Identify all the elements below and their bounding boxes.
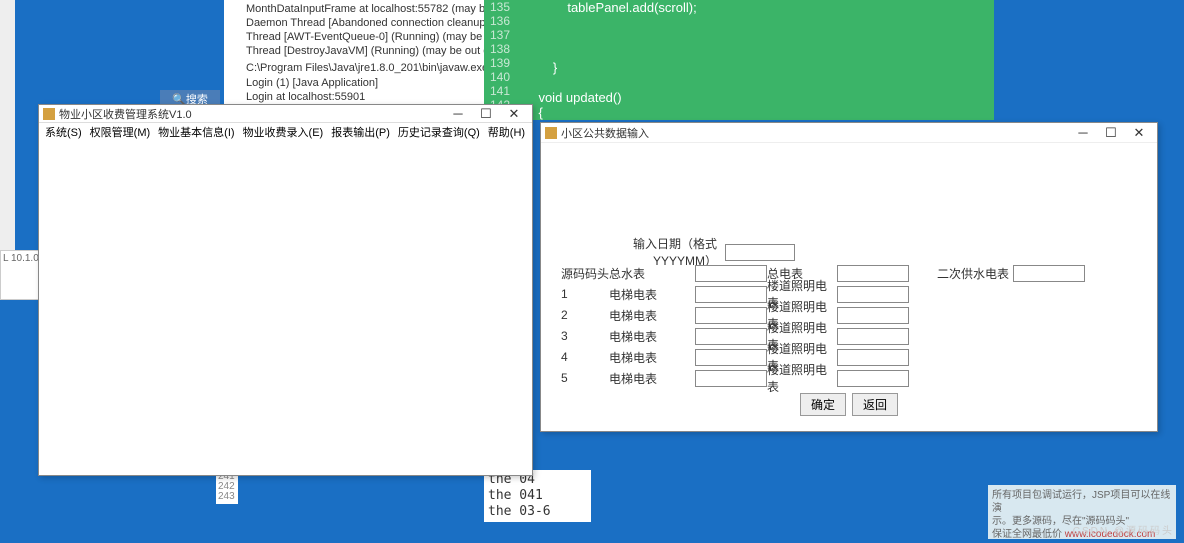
meter-row: 2电梯电表楼道照明电表 (561, 306, 1137, 324)
close-button[interactable]: ✕ (1125, 124, 1153, 142)
data-input-window[interactable]: 小区公共数据输入 ─ ☐ ✕ 输入日期（格式YYYYMM） 源码码头 总水表 总… (540, 122, 1158, 432)
elevator-elec-label: 电梯电表 (609, 328, 695, 345)
elevator-elec-input[interactable] (695, 307, 767, 324)
code-text: tablePanel.add(scroll); } void updated()… (484, 0, 994, 135)
menu-report[interactable]: 报表输出(P) (327, 124, 394, 140)
row-num: 4 (561, 350, 609, 364)
corridor-light-label: 楼道照明电表 (767, 361, 837, 395)
minimize-button[interactable]: ─ (444, 106, 472, 122)
window1-content (39, 141, 532, 475)
meter-row: 5电梯电表楼道照明电表 (561, 369, 1137, 387)
code-editor[interactable]: 135136137 138139140 141142143 tablePanel… (484, 0, 994, 120)
elevator-elec-label: 电梯电表 (609, 370, 695, 387)
elevator-elec-input[interactable] (695, 286, 767, 303)
console-output: the 04 the 041 the 03-6 (484, 470, 591, 522)
tree-item[interactable]: Thread [DestroyJavaVM] (Running) (may be… (226, 44, 482, 58)
tree-item[interactable]: Login (1) [Java Application] (226, 76, 482, 90)
second-water-elec-label: 二次供水电表 (937, 265, 1013, 282)
elevator-elec-label: 电梯电表 (609, 307, 695, 324)
tree-item[interactable]: MonthDataInputFrame at localhost:55782 (… (226, 2, 482, 16)
corridor-light-input[interactable] (837, 307, 909, 324)
total-elec-input[interactable] (837, 265, 909, 282)
window-title: 小区公共数据输入 (561, 125, 1069, 141)
form-area: 输入日期（格式YYYYMM） 源码码头 总水表 总电表 二次供水电表 1电梯电表… (541, 143, 1157, 426)
watermark: CSDN @源码码头 (1073, 522, 1174, 537)
corridor-light-input[interactable] (837, 286, 909, 303)
row-num: 5 (561, 371, 609, 385)
ad-line1: 所有项目包调试运行，JSP项目可以在线演 (992, 489, 1172, 515)
meter-row: 4电梯电表楼道照明电表 (561, 348, 1137, 366)
row-num: 2 (561, 308, 609, 322)
date-row: 输入日期（格式YYYYMM） (561, 243, 1137, 261)
back-button[interactable]: 返回 (852, 393, 898, 416)
menu-fee-input[interactable]: 物业收费录入(E) (239, 124, 328, 140)
menubar[interactable]: 系统(S) 权限管理(M) 物业基本信息(I) 物业收费录入(E) 报表输出(P… (39, 123, 532, 141)
minimize-button[interactable]: ─ (1069, 124, 1097, 142)
elevator-elec-input[interactable] (695, 370, 767, 387)
corridor-light-input[interactable] (837, 349, 909, 366)
maximize-button[interactable]: ☐ (472, 106, 500, 122)
row-num: 1 (561, 287, 609, 301)
menu-history[interactable]: 历史记录查询(Q) (394, 124, 484, 140)
app-icon (43, 108, 55, 120)
header-row: 源码码头 总水表 总电表 二次供水电表 (561, 264, 1137, 282)
tree-item[interactable]: C:\Program Files\Java\jre1.8.0_201\bin\j… (226, 58, 482, 76)
tree-item[interactable]: Thread [AWT-EventQueue-0] (Running) (may… (226, 30, 482, 44)
titlebar[interactable]: 小区公共数据输入 ─ ☐ ✕ (541, 123, 1157, 143)
date-input[interactable] (725, 244, 795, 261)
elevator-elec-input[interactable] (695, 349, 767, 366)
meter-row: 1电梯电表楼道照明电表 (561, 285, 1137, 303)
row-num: 3 (561, 329, 609, 343)
menu-permission[interactable]: 权限管理(M) (86, 124, 155, 140)
meter-row: 3电梯电表楼道照明电表 (561, 327, 1137, 345)
menu-system[interactable]: 系统(S) (41, 124, 86, 140)
corridor-light-input[interactable] (837, 370, 909, 387)
tree-item[interactable]: Daemon Thread [Abandoned connection clea… (226, 16, 482, 30)
menu-help[interactable]: 帮助(H) (484, 124, 529, 140)
elevator-elec-label: 电梯电表 (609, 286, 695, 303)
source-label: 源码码头 (561, 265, 609, 282)
menu-property-info[interactable]: 物业基本信息(I) (154, 124, 238, 140)
property-mgmt-window[interactable]: 物业小区收费管理系统V1.0 ─ ☐ ✕ 系统(S) 权限管理(M) 物业基本信… (38, 104, 533, 476)
elevator-elec-input[interactable] (695, 328, 767, 345)
app-icon (545, 127, 557, 139)
total-water-label: 总水表 (609, 265, 695, 282)
second-water-elec-input[interactable] (1013, 265, 1085, 282)
close-button[interactable]: ✕ (500, 106, 528, 122)
maximize-button[interactable]: ☐ (1097, 124, 1125, 142)
button-row: 确定 返回 (561, 393, 1137, 416)
total-water-input[interactable] (695, 265, 767, 282)
titlebar[interactable]: 物业小区收费管理系统V1.0 ─ ☐ ✕ (39, 105, 532, 123)
corridor-light-input[interactable] (837, 328, 909, 345)
ok-button[interactable]: 确定 (800, 393, 846, 416)
elevator-elec-label: 电梯电表 (609, 349, 695, 366)
left-strip (0, 0, 15, 250)
tree-item[interactable]: Login at localhost:55901 (226, 90, 482, 104)
window-title: 物业小区收费管理系统V1.0 (59, 106, 444, 122)
